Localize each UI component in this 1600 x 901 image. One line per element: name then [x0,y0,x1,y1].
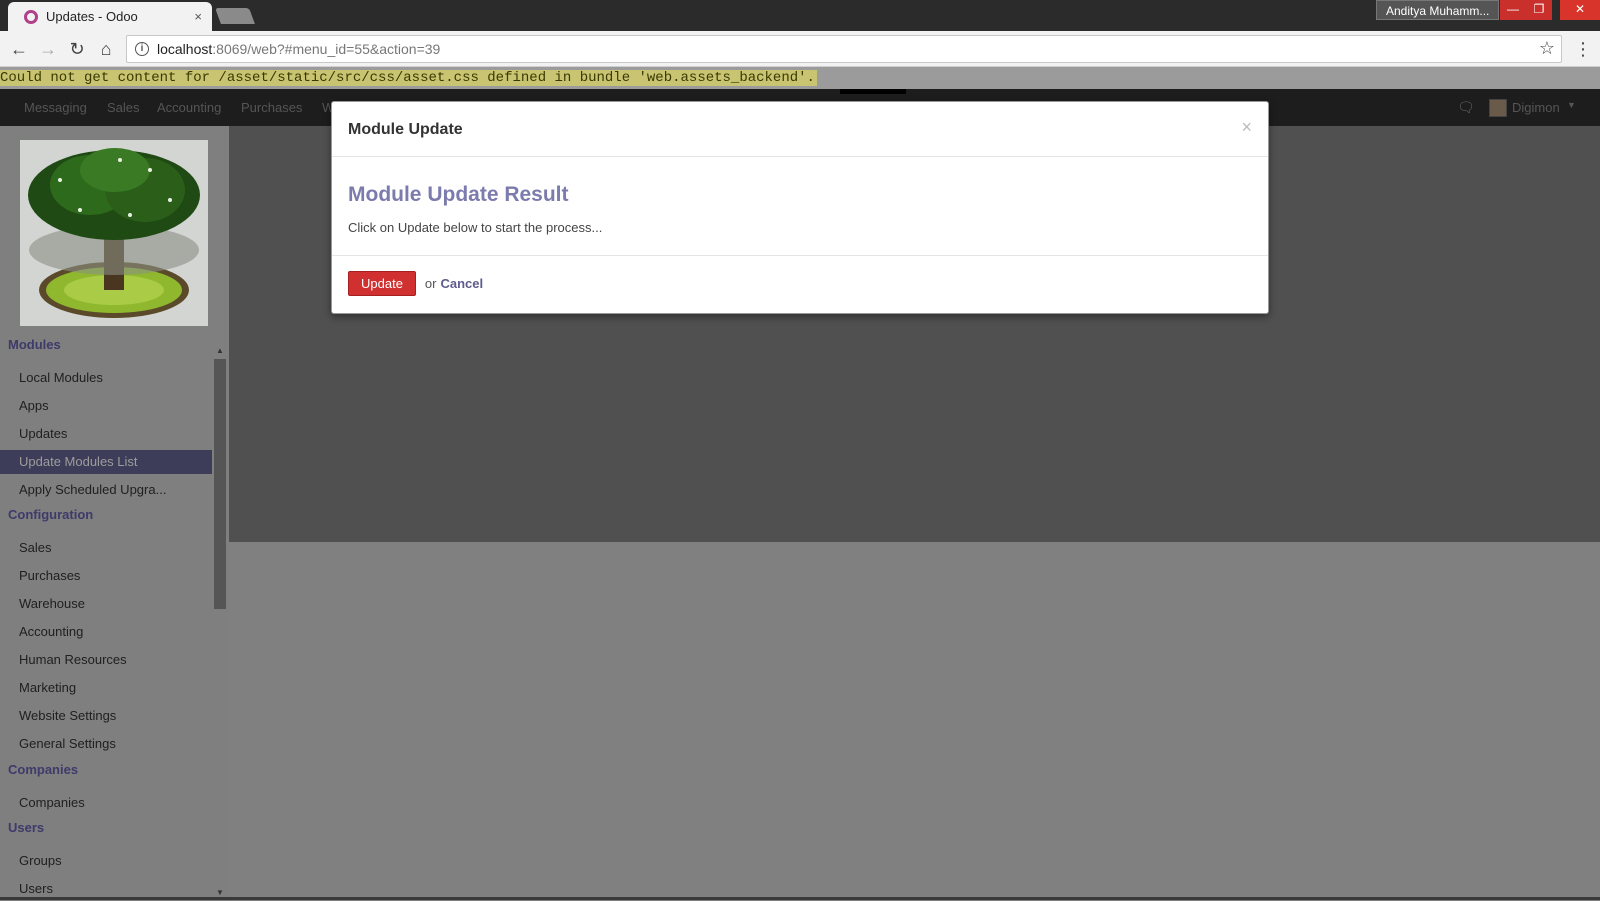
dialog-header: Module Update × [332,102,1268,157]
chat-icon[interactable]: 🗨 [1457,99,1475,116]
url-path: :8069/web?#menu_id=55&action=39 [212,41,441,57]
top-menu-indicator [840,89,906,94]
topmenu-purchases[interactable]: Purchases [241,100,302,115]
home-icon[interactable]: ⌂ [94,37,118,61]
chevron-down-icon[interactable]: ▼ [1567,100,1576,110]
user-menu[interactable]: Digimon [1512,100,1560,115]
sidebar-item-companies[interactable]: Companies [0,791,212,815]
dialog-body: Module Update Result Click on Update bel… [332,157,1268,256]
profile-button[interactable]: Anditya Muhamm... [1376,0,1500,20]
asset-error-message: Could not get content for /asset/static/… [0,70,817,86]
topmenu-sales[interactable]: Sales [107,100,140,115]
sidebar-item-config-purchases[interactable]: Purchases [0,564,212,588]
browser-tab-bar: Updates - Odoo × Anditya Muhamm... — ❐ ✕ [0,0,1600,31]
topmenu-accounting[interactable]: Accounting [157,100,221,115]
sidebar-item-config-warehouse[interactable]: Warehouse [0,592,212,616]
tree-logo-icon [20,140,208,326]
sidebar-item-config-accounting[interactable]: Accounting [0,620,212,644]
tab-close-icon[interactable]: × [194,9,202,24]
reload-icon[interactable]: ↻ [65,37,89,61]
sidebar-item-groups[interactable]: Groups [0,849,212,873]
new-tab-button[interactable] [215,8,255,24]
forward-arrow-icon[interactable]: → [36,37,60,61]
update-button[interactable]: Update [348,271,416,296]
section-companies: Companies [8,762,79,777]
avatar[interactable] [1489,99,1507,117]
tab-title: Updates - Odoo [46,9,138,24]
content-area [229,542,1600,900]
dialog-title: Module Update [348,121,463,138]
topmenu-messaging[interactable]: Messaging [24,100,87,115]
dialog-footer: Update or Cancel [332,256,1268,311]
company-logo [20,140,208,326]
browser-menu-icon[interactable]: ⋮ [1574,39,1592,59]
scroll-up-icon[interactable]: ▲ [216,346,224,355]
section-users: Users [8,820,45,835]
sidebar: Modules Local Modules Apps Updates Updat… [0,126,229,900]
restore-icon[interactable]: ❐ [1526,0,1552,20]
sidebar-item-apply-scheduled-upgrades[interactable]: Apply Scheduled Upgra... [0,478,212,502]
module-update-dialog: Module Update × Module Update Result Cli… [331,101,1269,314]
result-description: Click on Update below to start the proce… [348,220,603,235]
bookmark-star-icon[interactable]: ☆ [1539,38,1555,59]
sidebar-scroll-thumb[interactable] [214,359,226,609]
sidebar-item-config-human-resources[interactable]: Human Resources [0,648,212,672]
scroll-down-icon[interactable]: ▼ [216,888,224,897]
sidebar-item-apps[interactable]: Apps [0,394,212,418]
browser-toolbar: ← → ↻ ⌂ i localhost:8069/web?#menu_id=55… [0,31,1600,67]
window-close-icon[interactable]: ✕ [1560,0,1600,20]
site-info-icon[interactable]: i [135,42,149,56]
asset-error-bar: Could not get content for /asset/static/… [0,67,1600,89]
address-bar[interactable]: i localhost:8069/web?#menu_id=55&action=… [126,35,1562,63]
section-configuration: Configuration [8,507,94,522]
browser-tab[interactable]: Updates - Odoo × [8,2,212,31]
sidebar-item-config-sales[interactable]: Sales [0,536,212,560]
section-modules: Modules [8,337,61,352]
sidebar-item-config-marketing[interactable]: Marketing [0,676,212,700]
minimize-icon[interactable]: — [1500,0,1526,20]
sidebar-item-update-modules-list[interactable]: Update Modules List [0,450,212,474]
dialog-close-icon[interactable]: × [1241,117,1252,138]
odoo-favicon-icon [24,9,38,24]
sidebar-item-updates[interactable]: Updates [0,422,212,446]
back-arrow-icon[interactable]: ← [7,37,31,61]
sidebar-item-local-modules[interactable]: Local Modules [0,366,212,390]
result-heading: Module Update Result [348,183,569,206]
sidebar-item-config-general-settings[interactable]: General Settings [0,732,212,756]
sidebar-item-config-website-settings[interactable]: Website Settings [0,704,212,728]
or-label: or [424,276,437,291]
cancel-link[interactable]: Cancel [440,276,483,291]
url-host: localhost [157,41,213,57]
